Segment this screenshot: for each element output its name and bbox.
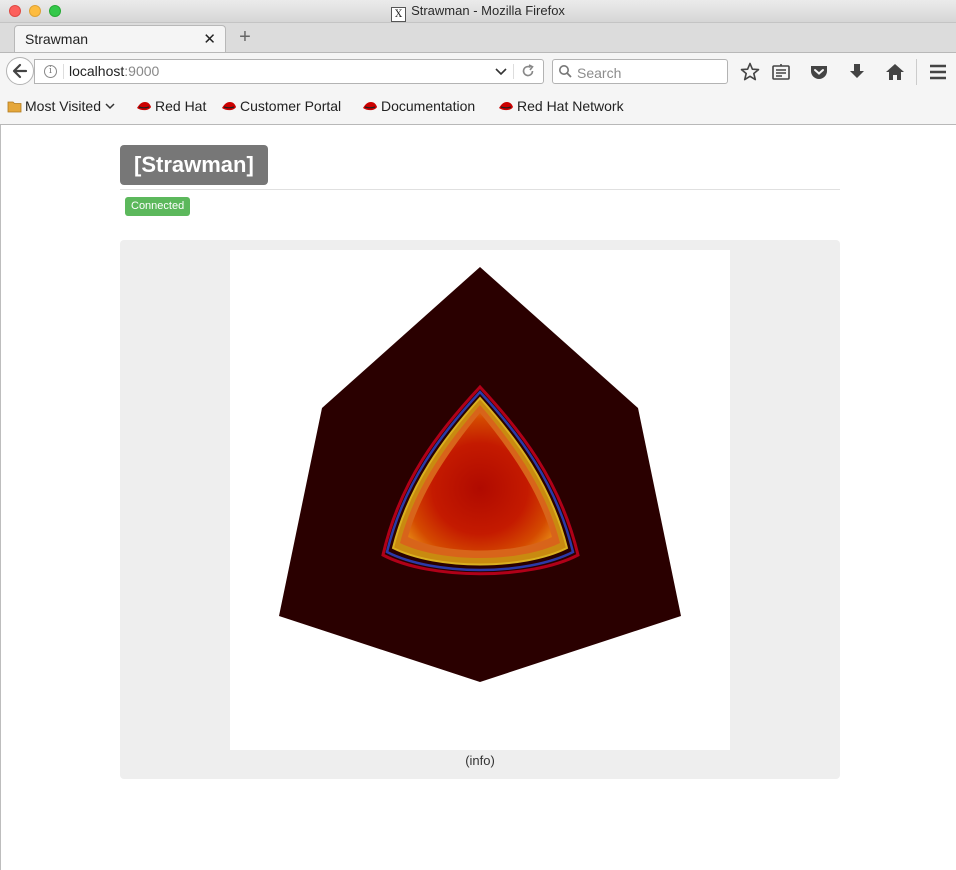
red-hat-icon xyxy=(137,102,151,111)
tab-label: Strawman xyxy=(25,31,89,47)
search-input[interactable] xyxy=(575,62,725,83)
folder-icon xyxy=(7,101,22,113)
tab-close-icon[interactable]: ✕ xyxy=(203,30,216,48)
bookmark-documentation[interactable]: Documentation xyxy=(362,98,475,114)
hamburger-menu-icon[interactable] xyxy=(927,61,949,83)
search-bar[interactable] xyxy=(552,59,728,84)
render-image xyxy=(279,267,681,682)
back-arrow-icon xyxy=(12,63,28,79)
url-bar[interactable]: i localhost:9000 xyxy=(34,59,544,84)
pocket-icon[interactable] xyxy=(808,61,830,83)
back-button[interactable] xyxy=(6,57,34,85)
navigation-toolbar: i localhost:9000 xyxy=(0,53,956,91)
site-info-icon[interactable]: i xyxy=(44,65,57,78)
download-icon[interactable] xyxy=(846,61,868,83)
window-title: X Strawman - Mozilla Firefox xyxy=(0,3,956,22)
home-icon[interactable] xyxy=(884,61,906,83)
reload-divider xyxy=(513,64,514,79)
reading-list-icon[interactable] xyxy=(770,61,792,83)
status-badge: Connected xyxy=(125,197,191,216)
app-x-icon: X xyxy=(391,7,407,22)
page-content: [Strawman] Connected (info) xyxy=(0,125,956,870)
bookmark-most-visited[interactable]: Most Visited xyxy=(7,98,115,114)
window-title-text: Strawman - Mozilla Firefox xyxy=(411,3,565,18)
url-port: :9000 xyxy=(124,63,160,79)
toolbar-divider xyxy=(916,59,917,85)
url-divider xyxy=(63,64,64,79)
tab-strip: Strawman ✕ + xyxy=(0,23,956,53)
bookmark-star-icon[interactable] xyxy=(739,61,761,83)
render-view[interactable] xyxy=(230,250,730,750)
bookmark-label: Red Hat xyxy=(155,98,207,114)
red-hat-icon xyxy=(499,102,513,111)
chevron-down-icon xyxy=(105,103,115,110)
bookmark-customer-portal[interactable]: Customer Portal xyxy=(221,98,341,114)
render-panel: (info) xyxy=(120,240,840,779)
bookmark-label: Most Visited xyxy=(25,98,101,114)
red-hat-icon xyxy=(363,102,377,111)
bookmark-red-hat[interactable]: Red Hat xyxy=(136,98,206,114)
bookmark-label: Documentation xyxy=(381,98,476,114)
page-brand[interactable]: [Strawman] xyxy=(120,145,268,185)
bookmark-label: Customer Portal xyxy=(240,98,342,114)
bookmark-label: Red Hat Network xyxy=(517,98,624,114)
search-icon xyxy=(559,65,572,78)
url-host: localhost xyxy=(69,63,125,79)
bookmark-red-hat-network[interactable]: Red Hat Network xyxy=(498,98,624,114)
new-tab-plus-icon[interactable]: + xyxy=(234,26,256,48)
url-text[interactable]: localhost:9000 xyxy=(69,63,159,79)
page-left-border xyxy=(0,125,1,870)
red-hat-icon xyxy=(222,102,236,111)
info-link[interactable]: (info) xyxy=(120,753,840,768)
tab-strawman[interactable]: Strawman ✕ xyxy=(14,25,226,52)
chevron-down-icon[interactable] xyxy=(493,62,509,80)
window-titlebar: X Strawman - Mozilla Firefox xyxy=(0,0,956,23)
reload-icon[interactable] xyxy=(519,62,537,80)
header-divider xyxy=(120,189,840,190)
bookmarks-toolbar: Most Visited Red Hat Customer Portal Doc… xyxy=(0,91,956,125)
